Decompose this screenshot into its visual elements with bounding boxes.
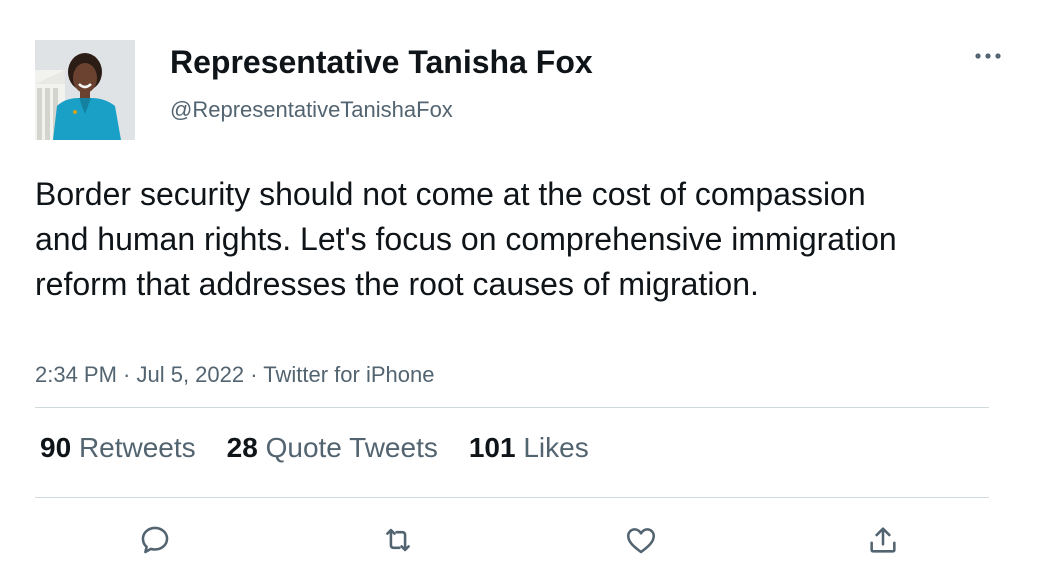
likes-count: 101 xyxy=(468,432,516,463)
retweet-icon xyxy=(386,528,410,552)
reply-icon xyxy=(141,526,169,554)
avatar[interactable] xyxy=(35,40,135,140)
retweet-button[interactable] xyxy=(378,520,418,560)
reply-button[interactable] xyxy=(135,520,175,560)
share-icon xyxy=(870,527,896,553)
profile-photo xyxy=(35,40,135,140)
author-name[interactable]: Representative Tanisha Fox xyxy=(170,44,593,81)
author-handle[interactable]: @RepresentativeTanishaFox xyxy=(170,97,453,123)
divider xyxy=(35,497,989,498)
quote-tweets-count: 28 xyxy=(226,432,258,463)
heart-icon xyxy=(626,528,656,554)
quote-tweets-stat[interactable]: 28 Quote Tweets xyxy=(227,432,438,464)
more-options-button[interactable] xyxy=(968,42,1008,70)
share-button[interactable] xyxy=(863,520,903,560)
divider xyxy=(35,407,989,408)
tweet-text: Border security should not come at the c… xyxy=(35,176,897,302)
more-horizontal-icon xyxy=(975,53,1001,59)
quote-tweets-label: Quote Tweets xyxy=(265,432,438,463)
retweets-stat[interactable]: 90 Retweets xyxy=(40,432,196,464)
likes-label: Likes xyxy=(523,432,589,463)
retweets-label: Retweets xyxy=(78,432,196,463)
tweet-timestamp[interactable]: 2:34 PM · Jul 5, 2022 · Twitter for iPho… xyxy=(35,362,434,388)
engagement-stats: 90 Retweets 28 Quote Tweets 101 Likes xyxy=(40,432,620,464)
like-button[interactable] xyxy=(621,520,661,560)
retweets-count: 90 xyxy=(40,432,72,463)
likes-stat[interactable]: 101 Likes xyxy=(469,432,589,464)
